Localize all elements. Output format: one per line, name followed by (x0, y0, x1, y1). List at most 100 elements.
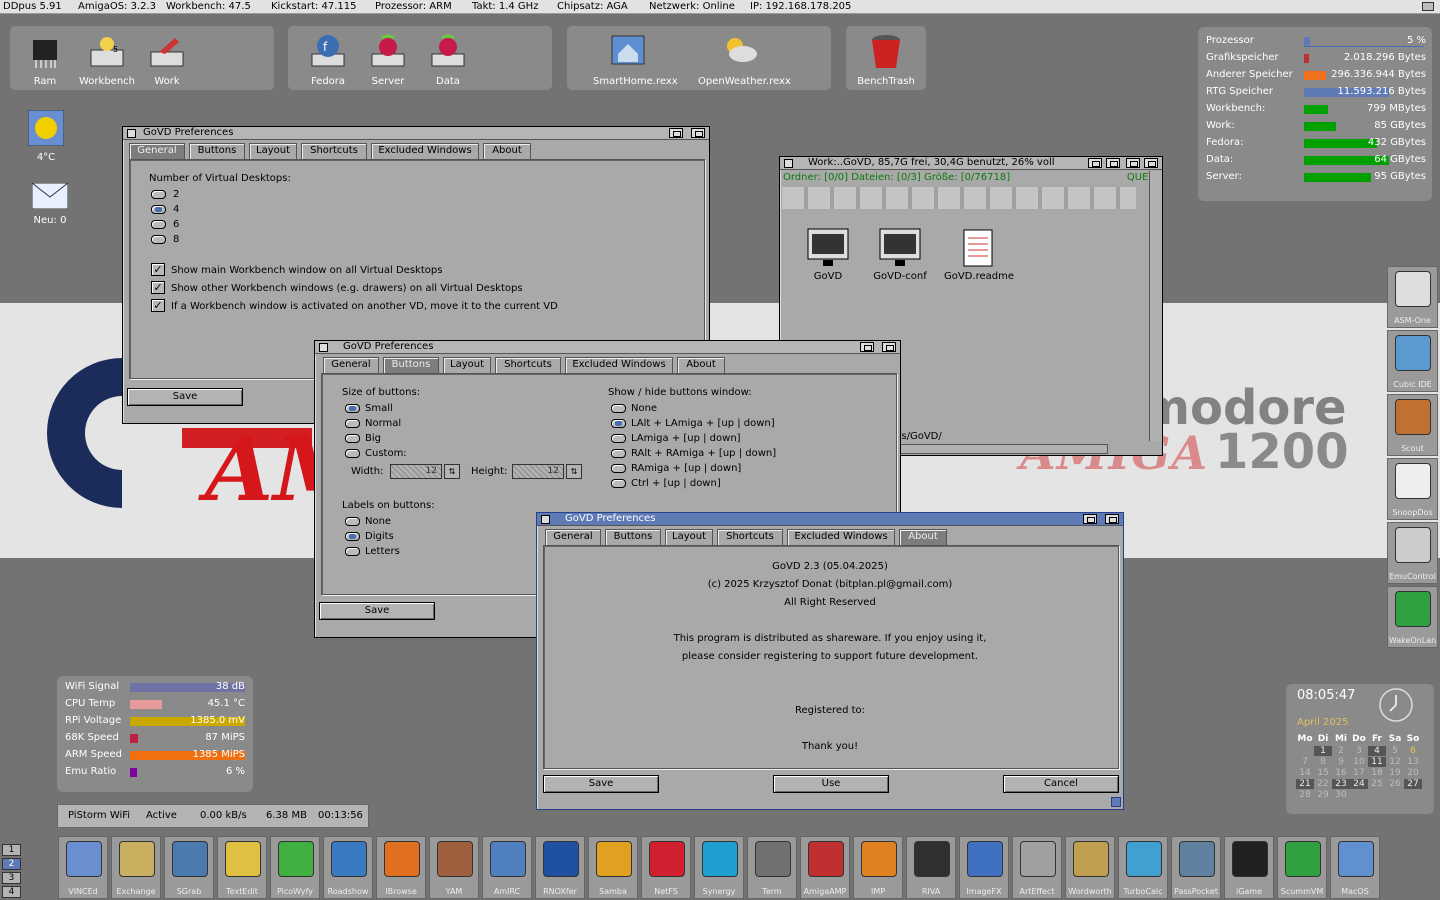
dock-item-arteffect[interactable]: ArtEffect (1012, 836, 1062, 899)
calendar-day[interactable]: 20 (1404, 768, 1422, 778)
calendar-day[interactable]: 14 (1296, 768, 1314, 778)
dock-item-wordworth[interactable]: Wordworth (1065, 836, 1115, 899)
depth-gadget[interactable] (882, 342, 896, 352)
calendar-day[interactable]: 24 (1350, 779, 1368, 789)
zoom-gadget[interactable] (669, 128, 683, 138)
radio-6[interactable] (151, 220, 166, 229)
iconify-gadget[interactable] (1106, 158, 1120, 168)
calendar-day[interactable]: 16 (1332, 768, 1350, 778)
tab-excluded-windows[interactable]: Excluded Windows (787, 529, 895, 545)
tab-about[interactable]: About (677, 357, 725, 373)
dock-item-imagefx[interactable]: ImageFX (959, 836, 1009, 899)
calendar-day[interactable]: 29 (1314, 790, 1332, 800)
dock-item-scummvm[interactable]: ScummVM (1277, 836, 1327, 899)
dock-item-macos[interactable]: MacOS (1330, 836, 1380, 899)
radio-ralt-ramiga[interactable] (611, 449, 626, 458)
titlebar[interactable]: GoVD Preferences (537, 513, 1123, 526)
tab-layout[interactable]: Layout (249, 143, 297, 159)
dock-item-roadshow[interactable]: Roadshow (323, 836, 373, 899)
work-drawer-titlebar[interactable]: Work:..GoVD, 85,7G frei, 30,4G benutzt, … (780, 157, 1162, 170)
icon-data[interactable]: Data (418, 32, 478, 87)
calendar-day[interactable]: 28 (1296, 790, 1314, 800)
depth-gadget[interactable] (1144, 158, 1158, 168)
icon-smarthome[interactable]: SmartHome.rexx (593, 32, 678, 87)
calendar-day[interactable]: 27 (1404, 779, 1422, 789)
tab-layout[interactable]: Layout (665, 529, 713, 545)
sidedock-item-wakeonlan[interactable]: WakeOnLan (1387, 586, 1438, 648)
tab-buttons[interactable]: Buttons (383, 357, 439, 373)
calendar-day[interactable]: 11 (1368, 757, 1386, 767)
radio-normal[interactable] (345, 419, 360, 428)
dock-item-turbocalc[interactable]: TurboCalc (1118, 836, 1168, 899)
sidedock-item-scout[interactable]: Scout (1387, 394, 1438, 456)
dock-item-riva[interactable]: RIVA (906, 836, 956, 899)
titlebar[interactable]: GoVD Preferences (315, 341, 900, 354)
icon-fedora[interactable]: f Fedora (298, 32, 358, 87)
calendar-day[interactable]: 26 (1386, 779, 1404, 789)
dock-item-synergy[interactable]: Synergy (694, 836, 744, 899)
dock-item-exchange[interactable]: Exchange (111, 836, 161, 899)
calendar-day[interactable]: 15 (1314, 768, 1332, 778)
close-gadget[interactable] (541, 515, 550, 524)
radio-lalt-lamiga[interactable] (611, 419, 626, 428)
calendar-day[interactable]: 30 (1332, 790, 1350, 800)
close-gadget[interactable] (784, 159, 793, 168)
calendar-day[interactable]: 4 (1368, 746, 1386, 756)
checkbox-other-windows[interactable]: ✓ (151, 281, 165, 294)
save-button[interactable]: Save (319, 602, 435, 620)
virtual-desktop-button[interactable]: 2 (2, 858, 21, 870)
height-stepper[interactable]: ⇅ (566, 464, 582, 479)
tab-buttons[interactable]: Buttons (189, 143, 245, 159)
dock-item-sgrab[interactable]: SGrab (164, 836, 214, 899)
dock-item-rnoxfer[interactable]: RNOXfer (535, 836, 585, 899)
virtual-desktop-button[interactable]: 3 (2, 872, 21, 884)
radio-big[interactable] (345, 434, 360, 443)
zoom-gadget[interactable] (860, 342, 874, 352)
resize-gadget[interactable] (1111, 797, 1121, 807)
width-input[interactable]: 12 (390, 464, 442, 479)
zoom-gadget[interactable] (1083, 514, 1097, 524)
calendar-day[interactable]: 5 (1386, 746, 1404, 756)
close-gadget[interactable] (127, 129, 136, 138)
calendar-day[interactable]: 1 (1314, 746, 1332, 756)
calendar-day[interactable]: 25 (1368, 779, 1386, 789)
path-field[interactable]: /s/GoVD/ (898, 431, 942, 442)
icon-openweather[interactable]: OpenWeather.rexx (698, 32, 791, 87)
radio-labels-none[interactable] (345, 517, 360, 526)
calendar-day[interactable]: 9 (1332, 757, 1350, 767)
calendar-day[interactable]: 7 (1296, 757, 1314, 767)
sidedock-item-emucontrol[interactable]: EmuControl (1387, 522, 1438, 584)
tab-excluded-windows[interactable]: Excluded Windows (371, 143, 479, 159)
sidedock-item-asm-one[interactable]: ASM-One (1387, 266, 1438, 328)
dock-item-ibrowse[interactable]: IBrowse (376, 836, 426, 899)
sidedock-item-snoopdos[interactable]: SnoopDos (1387, 458, 1438, 520)
radio-labels-letters[interactable] (345, 547, 360, 556)
dock-item-igame[interactable]: iGame (1224, 836, 1274, 899)
mail-widget[interactable]: Neu: 0 (20, 183, 80, 226)
radio-custom[interactable] (345, 449, 360, 458)
icon-work[interactable]: Work (137, 32, 197, 87)
menubar-item[interactable]: DDpus 5.91 (3, 0, 62, 13)
icon-workbench[interactable]: 5 Workbench (77, 32, 137, 87)
checkbox-main-window[interactable]: ✓ (151, 263, 165, 276)
tab-shortcuts[interactable]: Shortcuts (717, 529, 783, 545)
dock-item-netfs[interactable]: NetFS (641, 836, 691, 899)
depth-gadget[interactable] (691, 128, 705, 138)
horizontal-scrollbar[interactable] (898, 444, 1108, 454)
dock-item-picowyfy[interactable]: PicoWyfy (270, 836, 320, 899)
calendar-day[interactable]: 12 (1386, 757, 1404, 767)
dock-item-imp[interactable]: IMP (853, 836, 903, 899)
dock-item-amigaamp[interactable]: AmigaAMP (800, 836, 850, 899)
calendar-day[interactable]: 3 (1350, 746, 1368, 756)
tab-general[interactable]: General (545, 529, 601, 545)
calendar-day[interactable]: 10 (1350, 757, 1368, 767)
checkbox-move-window[interactable]: ✓ (151, 299, 165, 312)
icon-benchtrash[interactable]: BenchTrash (856, 32, 916, 87)
titlebar[interactable]: GoVD Preferences (123, 127, 709, 140)
radio-2[interactable] (151, 190, 166, 199)
save-button[interactable]: Save (543, 775, 659, 793)
dock-item-yam[interactable]: YAM (429, 836, 479, 899)
weather-widget[interactable]: 4°C (16, 110, 76, 163)
file-govd-conf[interactable]: GoVD-conf (870, 228, 930, 282)
radio-8[interactable] (151, 235, 166, 244)
